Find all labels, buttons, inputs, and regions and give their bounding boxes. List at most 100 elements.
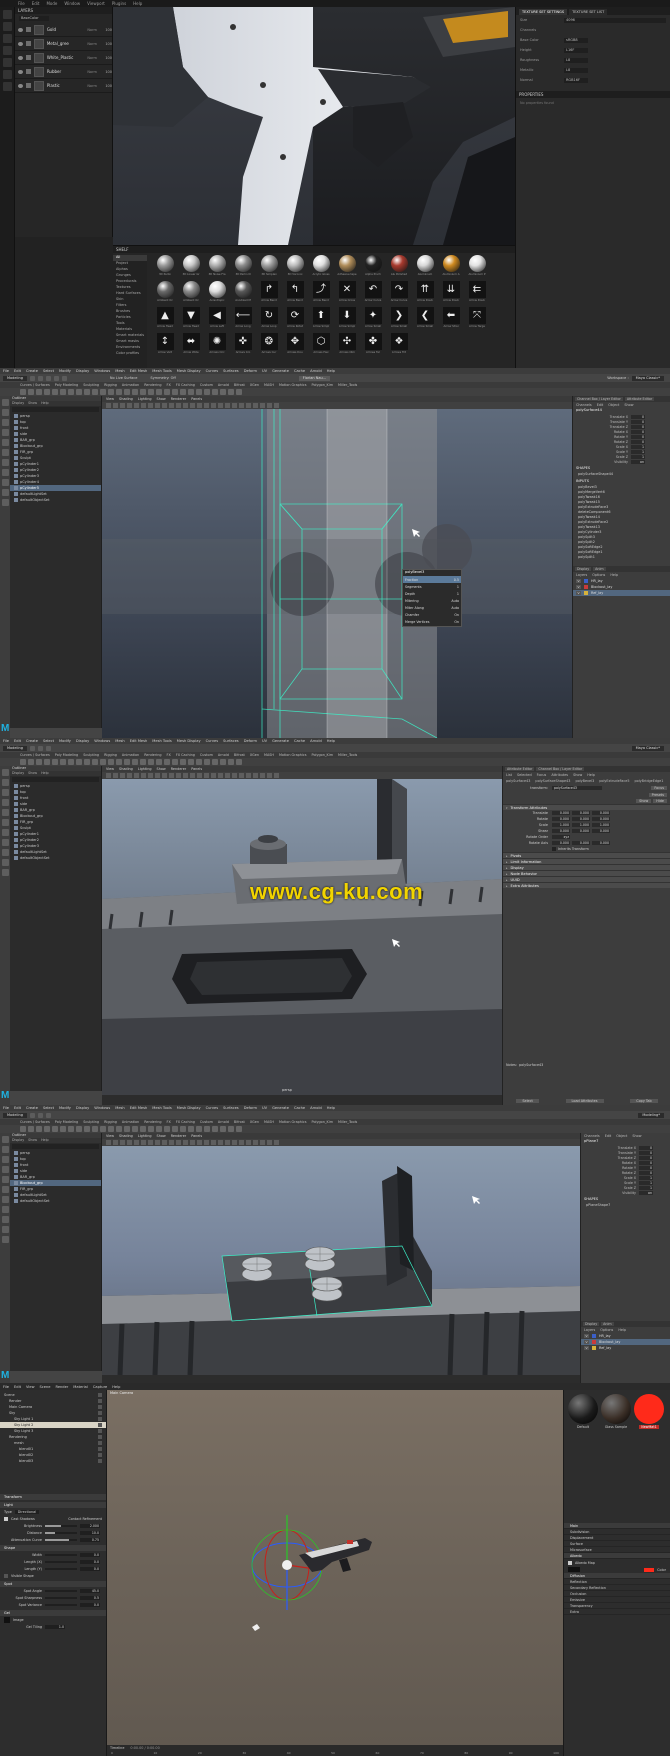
tab-texture-set-settings[interactable]: TEXTURE SET SETTINGS bbox=[519, 9, 568, 15]
channel-attr-value[interactable]: 1 bbox=[631, 454, 645, 459]
mode-select[interactable]: Modeling bbox=[3, 375, 27, 381]
cut-uv-icon[interactable] bbox=[212, 389, 218, 395]
shelf-item[interactable]: ⇈ Arrow Doub bbox=[413, 281, 437, 305]
channel-attr-value[interactable]: 1 bbox=[631, 444, 645, 449]
show-button[interactable]: Show bbox=[636, 799, 652, 803]
menu-item[interactable]: UV bbox=[262, 739, 267, 743]
field-value[interactable]: 0.0 bbox=[80, 1552, 100, 1557]
shelf-item[interactable]: ⬇ Arrow Simpl bbox=[335, 307, 359, 331]
shelf-tab[interactable]: FX bbox=[167, 753, 171, 757]
channel-attr-value[interactable]: 1 bbox=[631, 449, 645, 454]
menu-item[interactable]: File bbox=[18, 1, 25, 6]
layer-color-swatch[interactable] bbox=[584, 585, 588, 589]
shelf-tab[interactable]: Arnold bbox=[218, 383, 229, 387]
bookmark-icon[interactable] bbox=[120, 773, 125, 778]
last-tool-icon[interactable] bbox=[1, 459, 9, 466]
layer-tab[interactable]: Anim bbox=[593, 567, 606, 571]
paint-select-icon[interactable] bbox=[1, 1156, 9, 1163]
lights-icon[interactable] bbox=[211, 773, 216, 778]
menu-item[interactable]: UV bbox=[262, 1106, 267, 1110]
layout-icon[interactable] bbox=[236, 759, 242, 765]
channel-attr-value[interactable]: 0 bbox=[639, 1150, 653, 1155]
field-slider[interactable] bbox=[45, 1538, 77, 1541]
layer-menu-item[interactable]: Layers bbox=[584, 1328, 595, 1332]
grid-icon[interactable] bbox=[134, 1140, 139, 1145]
smooth-shade-icon[interactable] bbox=[190, 403, 195, 408]
shelf-tab[interactable]: Rendering bbox=[144, 753, 161, 757]
shelf-item[interactable]: 3D Perlin N bbox=[231, 255, 255, 279]
visible-shape-checkbox[interactable] bbox=[4, 1573, 8, 1578]
layer-visibility-toggle[interactable]: V bbox=[576, 579, 581, 583]
menu-item[interactable]: Cache bbox=[294, 369, 305, 373]
picker-icon[interactable] bbox=[2, 82, 12, 91]
field-value[interactable]: 0.000 bbox=[592, 841, 610, 845]
camera-attrs-icon[interactable] bbox=[113, 1140, 118, 1145]
field-value[interactable]: 0.000 bbox=[572, 829, 590, 833]
layer-color-swatch[interactable] bbox=[592, 1340, 596, 1344]
polygon-plane-icon[interactable] bbox=[60, 1126, 66, 1132]
menu-item[interactable]: Create bbox=[26, 739, 38, 743]
channel-box-menu-item[interactable]: Object bbox=[608, 403, 619, 407]
resolution-gate-icon[interactable] bbox=[148, 773, 153, 778]
attribute-editor-button[interactable]: Copy Tab bbox=[630, 1098, 658, 1103]
node-visible-checkbox[interactable] bbox=[98, 1423, 102, 1427]
layer-tab[interactable]: Display bbox=[575, 567, 592, 571]
polygon-torus-icon[interactable] bbox=[52, 1126, 58, 1132]
bevel-attr-value[interactable]: On bbox=[454, 620, 459, 624]
viewport-menu-item[interactable]: Panels bbox=[191, 767, 202, 771]
polygon-sphere-icon[interactable] bbox=[20, 389, 26, 395]
uv-editor-icon[interactable] bbox=[188, 759, 194, 765]
edge-loop-icon[interactable] bbox=[172, 1126, 178, 1132]
geometry-fill-icon[interactable] bbox=[2, 46, 12, 55]
menu-item[interactable]: Help bbox=[327, 369, 335, 373]
smudge-icon[interactable] bbox=[2, 58, 12, 67]
polygon-sphere-icon[interactable] bbox=[20, 1126, 26, 1132]
visibility-icon[interactable] bbox=[18, 41, 23, 46]
rotate-tool-icon[interactable] bbox=[1, 439, 9, 446]
outliner-menu-item[interactable]: Display bbox=[12, 1138, 24, 1143]
bridge-icon[interactable] bbox=[100, 389, 106, 395]
field-value[interactable]: 0.000 bbox=[592, 817, 610, 821]
polygon-torus-icon[interactable] bbox=[52, 389, 58, 395]
shelf-tab[interactable]: FX Caching bbox=[176, 383, 195, 387]
menu-item[interactable]: Arnold bbox=[310, 1106, 322, 1110]
shelf-tab[interactable]: XGen bbox=[250, 383, 259, 387]
visibility-icon[interactable] bbox=[18, 27, 23, 32]
clone-icon[interactable] bbox=[2, 70, 12, 79]
film-gate-icon[interactable] bbox=[141, 403, 146, 408]
live-surface-label[interactable]: No Live Surface bbox=[110, 376, 137, 380]
menu-item[interactable]: Edit bbox=[14, 369, 21, 373]
scale-tool-icon[interactable] bbox=[1, 449, 9, 456]
paint-select-icon[interactable] bbox=[1, 789, 9, 796]
polygon-cube-icon[interactable] bbox=[28, 1126, 34, 1132]
shelf-item[interactable]: ↕ Arrow Vert bbox=[153, 333, 177, 357]
layer-visibility-toggle[interactable]: V bbox=[584, 1346, 589, 1350]
attribute-editor-menu-item[interactable]: Help bbox=[587, 773, 595, 777]
channel-box-menu-item[interactable]: Show bbox=[624, 403, 633, 407]
connect-icon[interactable] bbox=[156, 759, 162, 765]
graph-layout-icon[interactable] bbox=[1, 869, 9, 876]
node-visible-checkbox[interactable] bbox=[98, 1453, 102, 1457]
shelf-tab[interactable]: Rendering bbox=[144, 383, 161, 387]
safe-action-icon[interactable] bbox=[169, 773, 174, 778]
shelf-item[interactable]: 3D Voronoi bbox=[283, 255, 307, 279]
menu-item[interactable]: Create bbox=[26, 369, 38, 373]
polygon-cube-icon[interactable] bbox=[28, 759, 34, 765]
wireframe-icon[interactable] bbox=[183, 773, 188, 778]
channel-box-menu-item[interactable]: Edit bbox=[597, 403, 604, 407]
shelf-tab[interactable]: Miller_Tools bbox=[338, 383, 357, 387]
menu-item[interactable]: Mesh bbox=[115, 369, 124, 373]
aa-icon[interactable] bbox=[239, 773, 244, 778]
sculpt-icon[interactable] bbox=[180, 759, 186, 765]
viewport-menu-item[interactable]: Lighting bbox=[138, 767, 152, 771]
dof-icon[interactable] bbox=[246, 773, 251, 778]
material-thumbnail[interactable]: Default bbox=[568, 1394, 598, 1429]
polygon-sphere-icon[interactable] bbox=[20, 759, 26, 765]
lights-icon[interactable] bbox=[211, 403, 216, 408]
node-visible-checkbox[interactable] bbox=[98, 1405, 102, 1409]
shelf-item[interactable]: ⟳ Arrow Rotat bbox=[283, 307, 307, 331]
shelf-item[interactable]: ⤴ Arrow Bend bbox=[309, 281, 333, 305]
new-scene-icon[interactable] bbox=[29, 745, 35, 751]
field-value[interactable]: xyz bbox=[552, 835, 570, 839]
target-weld-icon[interactable] bbox=[148, 389, 154, 395]
